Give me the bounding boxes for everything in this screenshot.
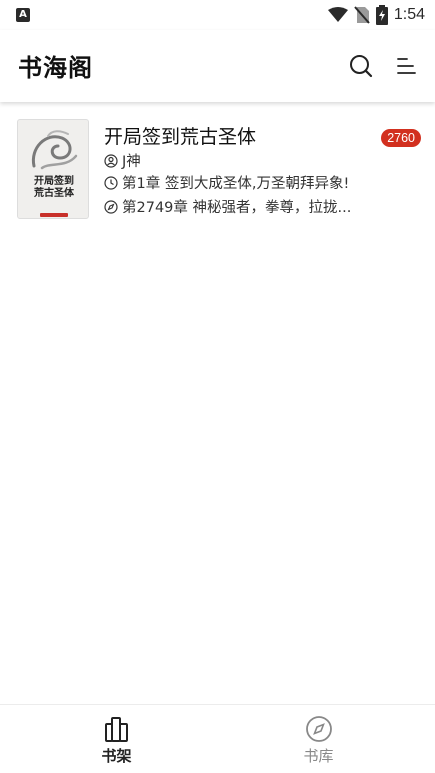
book-cover: 开局签到荒古圣体	[17, 119, 89, 219]
compass-icon	[305, 716, 332, 742]
nav-label-bookshelf: 书架	[101, 747, 132, 765]
cover-art-icon	[31, 130, 78, 170]
nav-label-library: 书库	[303, 747, 334, 765]
compass-small-icon	[104, 199, 118, 214]
nav-tab-bookshelf[interactable]: 书架	[8, 705, 225, 773]
status-icons: 1:54	[327, 5, 425, 25]
cover-title: 开局签到荒古圣体	[18, 176, 88, 200]
nav-tab-library[interactable]: 书库	[210, 705, 427, 773]
search-icon[interactable]	[347, 52, 375, 80]
a-icon: A	[16, 8, 30, 22]
status-bar: A 1:54	[0, 0, 435, 30]
bookshelf-icon	[104, 717, 128, 742]
last-read-chapter: 第1章 签到大成圣体,万圣朝拜异象!	[122, 176, 350, 192]
latest-chapter: 第2749章 神秘强者，拳尊，拉拢...	[122, 200, 352, 216]
no-sim-icon	[354, 6, 370, 24]
app-title: 书海阁	[18, 54, 93, 82]
unread-count-badge: 2760	[381, 129, 421, 147]
battery-charging-icon	[375, 5, 388, 25]
cover-publisher-mark	[40, 213, 68, 217]
last-read-row: 第1章 签到大成圣体,万圣朝拜异象!	[104, 172, 349, 193]
book-title: 开局签到荒古圣体	[104, 126, 257, 148]
cover-title-text: 开局签到荒古圣体	[34, 176, 74, 199]
book-author: J神	[122, 154, 141, 170]
book-list-item[interactable]: 开局签到荒古圣体 开局签到荒古圣体 J神 第1章 签到大成圣体,万圣朝拜异象! …	[0, 112, 435, 228]
book-author-row: J神	[104, 150, 141, 171]
sort-menu-icon[interactable]	[392, 52, 420, 80]
latest-chapter-row: 第2749章 神秘强者，拳尊，拉拢...	[104, 196, 374, 217]
clock-icon	[104, 175, 118, 190]
status-time: 1:54	[393, 6, 425, 23]
author-icon	[104, 153, 118, 168]
app-bar: 书海阁	[0, 30, 435, 102]
wifi-icon	[327, 7, 348, 22]
bottom-nav: 书架 书库	[0, 704, 435, 773]
